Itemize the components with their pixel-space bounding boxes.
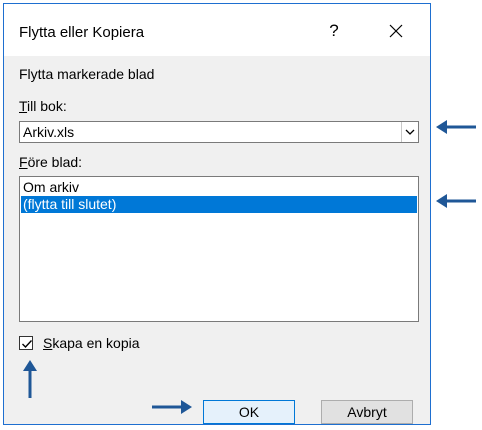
title-bar: Flytta eller Kopiera ? [4, 4, 430, 56]
help-button[interactable]: ? [319, 16, 349, 46]
dialog-heading: Flytta markerade blad [19, 66, 155, 82]
to-book-value: Arkiv.xls [23, 124, 75, 140]
move-copy-dialog: Flytta eller Kopiera ? Flytta markerade … [3, 3, 431, 425]
chevron-down-icon [405, 129, 415, 135]
checkmark-icon [22, 340, 33, 349]
create-copy-checkbox[interactable] [19, 336, 33, 350]
arrow-left-icon [436, 120, 476, 134]
arrow-left-icon [436, 194, 476, 208]
before-sheet-listbox[interactable]: Om arkiv (flytta till slutet) [19, 176, 419, 322]
arrow-up-icon [23, 360, 37, 398]
to-book-label: Till bok: [19, 98, 67, 114]
dialog-title: Flytta eller Kopiera [19, 24, 145, 41]
help-icon: ? [329, 21, 339, 40]
ok-button[interactable]: OK [203, 400, 295, 424]
create-copy-label: Skapa en kopia [43, 335, 140, 351]
to-book-combobox[interactable]: Arkiv.xls [19, 121, 419, 143]
close-icon [389, 24, 403, 38]
before-sheet-label: Före blad: [19, 154, 83, 170]
dropdown-button[interactable] [401, 122, 418, 142]
list-item[interactable]: Om arkiv [21, 179, 417, 196]
list-item-selected[interactable]: (flytta till slutet) [21, 196, 417, 213]
close-button[interactable] [381, 16, 411, 46]
arrow-right-icon [152, 400, 192, 414]
cancel-button[interactable]: Avbryt [321, 400, 413, 424]
